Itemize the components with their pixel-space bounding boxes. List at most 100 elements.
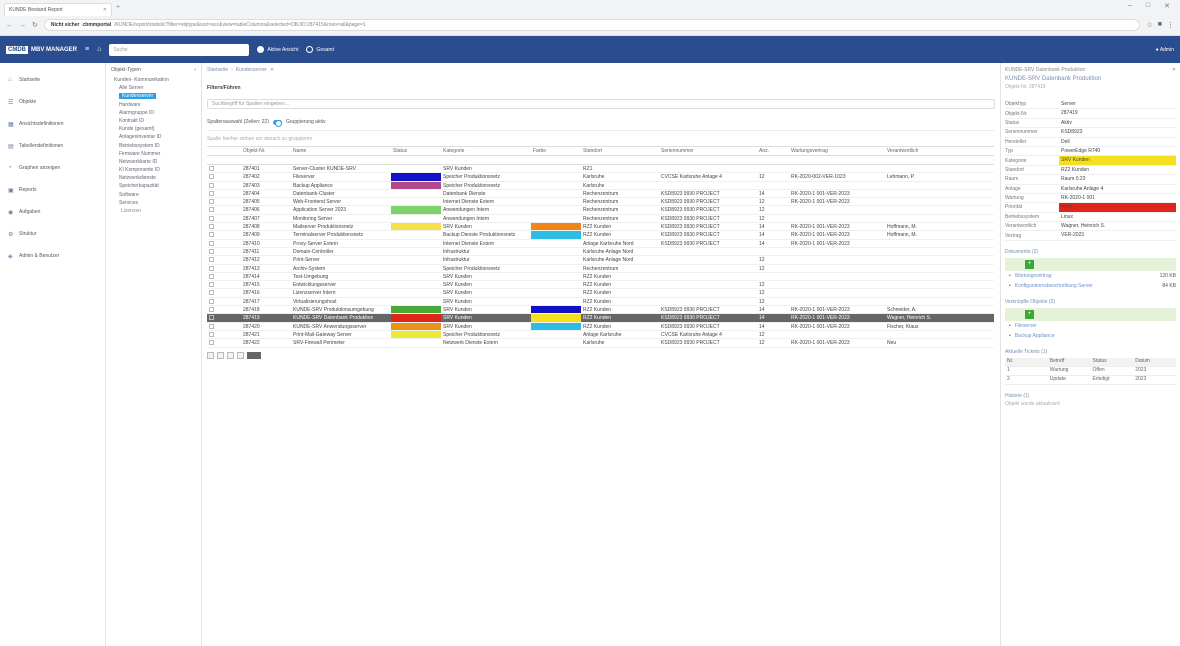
document-name[interactable]: Wartungsvertrag	[1015, 273, 1052, 279]
column-filter[interactable]	[391, 156, 441, 164]
table-row[interactable]: 287418 KUNDE-SRV Produktionsumgebung SRV K…	[207, 306, 994, 315]
table-row[interactable]: 287410 Proxy-Server Extern Internet Dienst…	[207, 240, 994, 248]
tree-item[interactable]: Betriebssystem ID	[111, 142, 196, 150]
table-row[interactable]: 287402 Fileserver Speicher Produktionsnetz…	[207, 173, 994, 182]
row-checkbox[interactable]	[209, 331, 214, 337]
tree-item[interactable]: Alarmgruppe ID	[111, 109, 196, 117]
column-header[interactable]	[207, 147, 219, 155]
row-checkbox[interactable]	[209, 257, 214, 263]
close-icon[interactable]: ✕	[1172, 67, 1176, 73]
row-checkbox[interactable]	[209, 190, 214, 196]
tree-item[interactable]: Kundenserver	[111, 92, 196, 100]
table-row[interactable]: 287417 Virtualisierungshost SRV Kunden RZ2 …	[207, 298, 994, 307]
tickets-row[interactable]: 2 Update Erledigt 2023	[1005, 376, 1176, 385]
prev-page-button[interactable]	[217, 351, 224, 359]
maximize-icon[interactable]: □	[1146, 2, 1150, 10]
tree-item[interactable]: Alle Server	[111, 84, 196, 92]
tree-item[interactable]: Firmware Nummer	[111, 150, 196, 158]
grouping-toggle[interactable]	[272, 119, 282, 127]
tree-item[interactable]: Software	[111, 191, 196, 199]
column-filter[interactable]	[789, 156, 885, 164]
next-page-button[interactable]	[227, 351, 234, 359]
column-filter[interactable]	[581, 156, 659, 164]
table-row[interactable]: 287414 Test-Umgebung SRV Kunden RZ2 Kunden	[207, 273, 994, 282]
new-tab-icon[interactable]: +	[116, 4, 126, 14]
star-icon[interactable]: ☆	[1146, 21, 1152, 29]
row-checkbox[interactable]	[209, 340, 214, 346]
close-icon[interactable]: ✕	[270, 67, 274, 73]
column-header[interactable]	[219, 147, 241, 155]
document-item[interactable]: • Wartungsvertrag 120 KB	[1005, 271, 1176, 281]
back-icon[interactable]: ←	[6, 22, 13, 29]
linked-item[interactable]: • Fileserver	[1005, 321, 1176, 331]
table-row[interactable]: 287408 Mailserver Produktionsnetz SRV Kund…	[207, 223, 994, 232]
tree-item[interactable]: Services	[111, 199, 196, 207]
sidebar-item[interactable]: ☰ Objekte	[0, 91, 105, 113]
document-name[interactable]: Konfigurationsbeschreibung Server	[1015, 283, 1093, 289]
close-window-icon[interactable]: ✕	[1164, 2, 1170, 10]
row-checkbox[interactable]	[209, 298, 214, 304]
column-header[interactable]: Kategorie	[441, 147, 531, 155]
row-checkbox[interactable]	[209, 166, 214, 171]
home-icon[interactable]: ⌂	[97, 46, 101, 53]
row-checkbox[interactable]	[209, 240, 214, 246]
column-header[interactable]: Verantwortlich	[885, 147, 945, 155]
column-header[interactable]: Name	[291, 147, 391, 155]
sidebar-item[interactable]: ◉ Aufgaben	[0, 201, 105, 223]
app-logo[interactable]: CMDB MBV MANAGER	[6, 45, 77, 54]
tree-item[interactable]: Netzwerkkarte ID	[111, 158, 196, 166]
linked-name[interactable]: Fileserver	[1015, 323, 1037, 329]
documents-section-title[interactable]: Dokumente (2)	[1005, 249, 1176, 255]
row-checkbox[interactable]	[209, 199, 214, 205]
tree-item[interactable]: Hardware	[111, 101, 196, 109]
row-checkbox[interactable]	[209, 315, 214, 321]
column-header[interactable]: Standort	[581, 147, 659, 155]
column-filter[interactable]	[945, 156, 994, 164]
add-link-button[interactable]: +	[1025, 309, 1034, 319]
table-row[interactable]: 287411 Domain-Controller Infrastruktur Karl…	[207, 248, 994, 257]
column-header[interactable]: Objekt-Nr.	[241, 147, 291, 155]
add-document-button[interactable]: +	[1025, 259, 1034, 269]
row-checkbox[interactable]	[209, 265, 214, 271]
column-header[interactable]: Seriennummer	[659, 147, 757, 155]
sidebar-item[interactable]: ▣ Reports	[0, 179, 105, 201]
forward-icon[interactable]: →	[19, 22, 26, 29]
detail-subtitle[interactable]: Objekt-Nr. 287419	[1005, 84, 1176, 90]
menu-icon[interactable]: ⋮	[1167, 21, 1174, 29]
sidebar-item[interactable]: ▤ Tabellendefinitionen	[0, 135, 105, 157]
column-header[interactable]: Wartungsvertrag	[789, 147, 885, 155]
table-row[interactable]: 287422 SRV-Firewall Perimeter Netzwerk Die…	[207, 339, 994, 348]
column-header[interactable]	[945, 147, 994, 155]
last-page-button[interactable]	[237, 351, 244, 359]
first-page-button[interactable]	[207, 351, 214, 359]
tree-item[interactable]: Kunden- Kommunikation	[111, 76, 196, 84]
linked-section-title[interactable]: Verknüpfte Objekte (2)	[1005, 299, 1176, 305]
sidebar-item[interactable]: ⚙ Struktur	[0, 223, 105, 245]
column-filter[interactable]	[291, 156, 391, 164]
extension-icon[interactable]: ■	[1158, 21, 1162, 29]
table-row[interactable]: 287415 Entwicklungsserver SRV Kunden RZ2 Ku…	[207, 281, 994, 290]
row-checkbox[interactable]	[209, 282, 214, 288]
address-input[interactable]: Nicht sicher cbmmportal /KUNDE/report/st…	[43, 19, 1141, 31]
linked-item[interactable]: • Backup Appliance	[1005, 331, 1176, 341]
sidebar-item[interactable]: ◔ Graphen anzeigen	[0, 157, 105, 179]
table-row[interactable]: 287406 Application Server 2023 Anwendungen…	[207, 206, 994, 215]
document-item[interactable]: • Konfigurationsbeschreibung Server 84 KB	[1005, 281, 1176, 291]
column-filter[interactable]	[885, 156, 945, 164]
row-checkbox[interactable]	[209, 273, 214, 279]
row-checkbox[interactable]	[209, 307, 214, 313]
filter-input[interactable]: Suchbegriff für Spalten eingeben...	[207, 99, 995, 109]
tree-item[interactable]: Netzwerkdienste	[111, 174, 196, 182]
column-filter[interactable]	[757, 156, 789, 164]
row-checkbox[interactable]	[209, 290, 214, 296]
row-checkbox[interactable]	[209, 224, 214, 230]
tree-item[interactable]: Lizenzen	[111, 207, 196, 215]
radio-active-view[interactable]: Aktive Ansicht	[257, 46, 298, 53]
collapse-icon[interactable]: ‹	[194, 67, 196, 73]
column-filter[interactable]	[219, 156, 241, 164]
table-row[interactable]: 287412 Print-Server Infrastruktur Karlsruhe…	[207, 256, 994, 265]
radio-total[interactable]: Gesamt	[306, 46, 334, 53]
row-checkbox[interactable]	[209, 323, 214, 329]
table-row[interactable]: 287421 Print-Mail-Gateway Server Speicher …	[207, 330, 994, 340]
close-tab-icon[interactable]: ✕	[103, 7, 107, 13]
